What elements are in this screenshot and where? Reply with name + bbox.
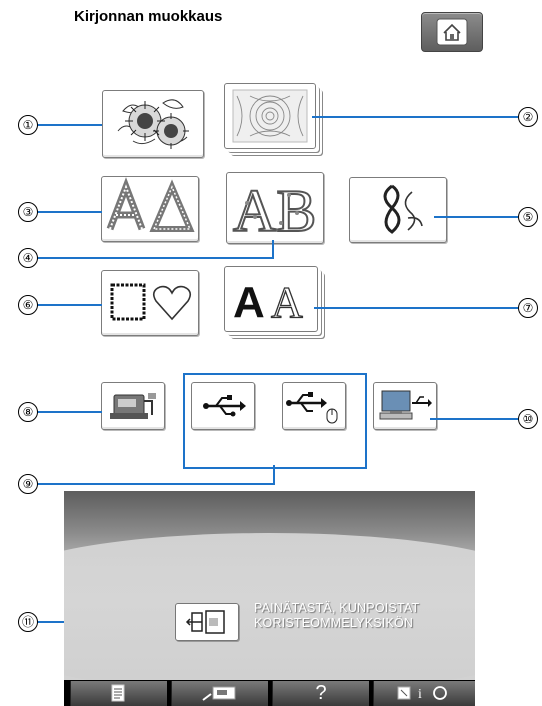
usb-mouse-icon (286, 392, 338, 424)
callout-line-5 (434, 216, 518, 218)
callout-11: ⑪ (18, 612, 38, 632)
message-line-1: PAINÄTASTÄ, KUNPOISTAT (254, 601, 420, 615)
machine-setting-icon (202, 686, 236, 701)
callout-line-1 (36, 124, 102, 126)
help-icon: ? (315, 682, 327, 704)
machine-memory-icon (110, 393, 156, 419)
svg-text:AB: AB (233, 178, 316, 243)
callout-line-9v (273, 465, 275, 484)
remove-unit-icon (185, 610, 225, 634)
callout-8: ⑧ (18, 402, 38, 422)
callout-line-7 (314, 307, 518, 309)
frame-patterns-tile[interactable] (101, 270, 199, 336)
embroidery-patterns-tile[interactable] (102, 90, 204, 158)
callout-line-4v (272, 240, 274, 258)
callout-4: ④ (18, 248, 38, 268)
bottom-message-panel: PAINÄTASTÄ, KUNPOISTAT KORISTEOMMELYKSIK… (64, 491, 475, 680)
callout-line-9h (36, 483, 275, 485)
manual-button[interactable] (70, 681, 167, 706)
callout-3: ③ (18, 202, 38, 222)
callout-7: ⑦ (518, 298, 538, 318)
remove-unit-message: PAINÄTASTÄ, KUNPOISTAT KORISTEOMMELYKSIK… (254, 601, 419, 631)
machine-setting-button[interactable] (171, 681, 268, 706)
callout-line-2 (312, 116, 518, 118)
info-rotate-button[interactable]: i (373, 681, 475, 706)
callout-line-3 (36, 211, 102, 213)
sunflower-pattern-icon (117, 99, 189, 149)
alphabet-tile[interactable] (101, 176, 199, 242)
frame-heart-icon (110, 283, 192, 321)
machine-memory-tile[interactable] (101, 382, 165, 430)
computer-usb-tile[interactable] (373, 382, 437, 430)
callout-6: ⑥ (18, 295, 38, 315)
callout-10: ⑩ (518, 409, 538, 429)
home-icon (436, 18, 468, 46)
home-button[interactable] (421, 12, 483, 52)
computer-usb-icon (379, 390, 432, 420)
callout-5: ⑤ (518, 207, 538, 227)
lace-pattern-icon (232, 89, 308, 143)
message-line-2: KORISTEOMMELYKSIKÖN (254, 616, 414, 630)
page-title: Kirjonnan muokkaus (74, 8, 223, 25)
floral-ab-icon: AB (232, 177, 317, 243)
pattern-pack-tile[interactable] (224, 83, 316, 149)
utility-patterns-tile[interactable] (349, 177, 447, 243)
callout-line-10 (430, 418, 518, 420)
font-card-tile[interactable]: A A (224, 266, 318, 332)
callout-1: ① (18, 115, 38, 135)
svg-text:i: i (418, 687, 422, 702)
usb-mouse-tile[interactable] (282, 382, 346, 430)
font-aa-icon: A A (233, 277, 304, 327)
manual-icon (111, 684, 125, 702)
svg-text:A: A (271, 278, 303, 327)
callout-line-8 (36, 411, 102, 413)
callout-line-4h (36, 257, 274, 259)
usb-media-tile[interactable] (191, 382, 255, 430)
alphabet-aa-icon (106, 177, 195, 232)
swirl-icon (383, 184, 423, 234)
callout-line-6 (36, 304, 102, 306)
help-button[interactable]: ? (272, 681, 369, 706)
remove-unit-button[interactable] (175, 603, 239, 641)
info-rotate-icon: i (397, 686, 447, 702)
callout-2: ② (518, 107, 538, 127)
usb-icon (203, 395, 246, 417)
svg-text:A: A (233, 278, 265, 327)
decorative-alphabet-tile[interactable]: AB (226, 172, 324, 244)
callout-9: ⑨ (18, 474, 38, 494)
